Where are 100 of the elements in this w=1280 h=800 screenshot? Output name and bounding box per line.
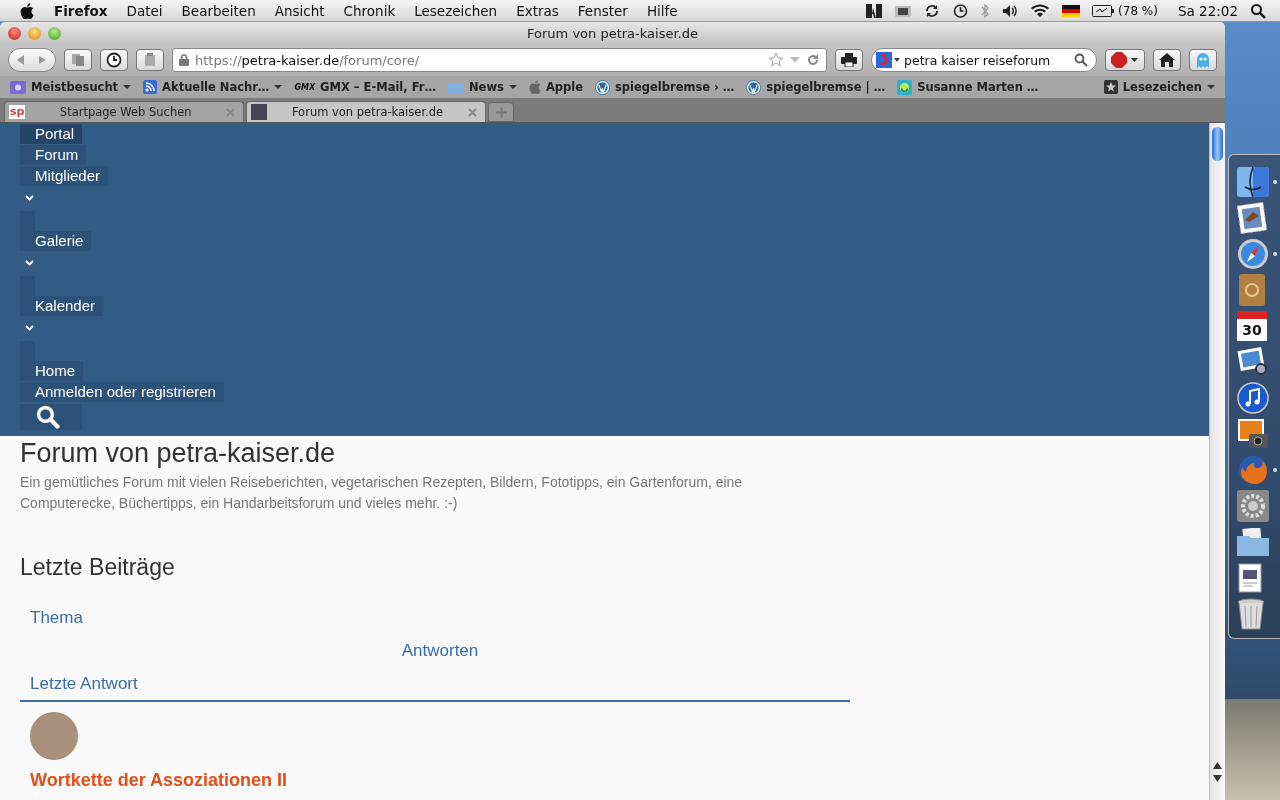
column-header[interactable]: Thema (20, 601, 850, 634)
section-heading: Letzte Beiträge (20, 554, 176, 581)
scroll-down-icon[interactable] (1213, 775, 1222, 782)
bookmark-item[interactable]: spiegelbremse | … (746, 79, 886, 95)
scrollbar[interactable] (1209, 123, 1225, 800)
folder-icon[interactable] (1237, 527, 1269, 556)
avatar[interactable] (30, 712, 78, 760)
dropdown-icon (1207, 84, 1215, 90)
clock[interactable]: Sa 22:02 (1177, 2, 1238, 19)
dropdown-icon (123, 84, 132, 90)
nav-link[interactable]: Mitglieder (20, 166, 109, 186)
sync-icon[interactable] (924, 2, 941, 19)
star-icon[interactable] (768, 52, 784, 68)
bookmark-item[interactable]: GMX GMX – E-Mail, Fr… (294, 80, 436, 94)
bookmark-item[interactable]: Aktuelle Nachr… (143, 80, 283, 94)
menu-item[interactable]: Bearbeiten (181, 2, 256, 19)
copy-button[interactable] (64, 49, 92, 71)
battery-icon[interactable] (1092, 4, 1115, 17)
bookmark-item[interactable]: Meistbesucht (10, 80, 132, 94)
bookmark-item[interactable]: spiegelbremse › … (595, 79, 735, 95)
address-field[interactable]: https://petra-kaiser.de/forum/core/ (172, 48, 827, 72)
page-description: Ein gemütliches Forum mit vielen Reiseberichten, vegetarischen Rezepten, Bildern, Fototipps, ein Gartenforum, eine Computerecke, Büchertipps, ein Handarbeitsforum und vieles mehr. :-) (20, 473, 744, 513)
clipboard-button[interactable] (136, 49, 164, 71)
printer-icon (841, 53, 857, 67)
menu-item[interactable]: Ansicht (274, 2, 325, 19)
menu-item[interactable]: Extras (516, 2, 559, 19)
gear-icon[interactable] (1237, 489, 1269, 522)
menu-item[interactable]: Datei (126, 2, 163, 19)
browser-tab[interactable]: Forum von petra-kaiser.de (246, 101, 486, 122)
apple-icon[interactable] (20, 2, 34, 19)
smiley-icon (897, 79, 913, 95)
browser-tab[interactable]: sp Startpage Web Suchen (4, 101, 244, 122)
ghost-button[interactable] (1189, 49, 1217, 71)
column-header[interactable]: Letzte Antwort (20, 667, 850, 700)
topic-link[interactable]: Wortkette der Assoziationen II (30, 770, 288, 791)
menu-item[interactable]: Fenster (577, 2, 628, 19)
lock-icon (179, 54, 189, 66)
flag-icon[interactable] (1062, 4, 1081, 17)
battery-percentage: (78 %) (1118, 3, 1158, 18)
menu-item[interactable]: Chronik (343, 2, 396, 19)
chevron-down-icon[interactable] (25, 325, 34, 331)
pages-icon (71, 53, 85, 67)
address-book-icon[interactable] (1237, 273, 1267, 306)
music-note-icon[interactable] (1237, 381, 1269, 414)
stamp-icon[interactable] (1237, 201, 1267, 234)
search-button[interactable] (20, 404, 82, 430)
chevron-down-icon[interactable] (25, 260, 34, 266)
column-header[interactable]: Antworten (391, 634, 479, 667)
compass-icon[interactable] (1237, 237, 1269, 270)
bookmark-item[interactable]: Apple (528, 80, 583, 94)
close-window-button[interactable] (8, 26, 21, 40)
clipboard-icon (144, 53, 156, 67)
menu-item[interactable]: Lesezeichen (414, 2, 498, 19)
speaker-icon[interactable] (1002, 3, 1019, 18)
calendar-icon[interactable]: 30 (1237, 310, 1267, 341)
search-icon (36, 405, 60, 429)
nav-link[interactable]: Kalender (20, 296, 104, 316)
reload-icon[interactable] (806, 53, 820, 67)
back-forward-button[interactable] (8, 48, 56, 72)
finder-face-icon[interactable] (1237, 166, 1269, 197)
folder-icon[interactable] (894, 3, 913, 18)
page-title: Forum von petra-kaiser.de (20, 437, 337, 470)
back-arrow-icon (15, 54, 27, 66)
chevron-down-icon[interactable] (25, 195, 34, 201)
clock-icon[interactable] (952, 2, 969, 19)
forward-arrow-icon (37, 55, 47, 65)
folder-icon (447, 80, 464, 94)
search-icon[interactable] (1250, 2, 1266, 19)
scrollbar-thumb[interactable] (1212, 127, 1223, 161)
scroll-up-icon[interactable] (1213, 762, 1222, 769)
adblock-button[interactable] (1105, 49, 1145, 71)
stop-sign-icon (1111, 52, 1139, 68)
dropdown-icon (508, 84, 517, 90)
ghost-icon (1195, 51, 1211, 69)
bookmarks-menu[interactable]: Lesezeichen (1103, 80, 1215, 94)
history-button[interactable] (100, 49, 128, 71)
bookmark-item[interactable]: Susanne Marten … (897, 79, 1039, 95)
photos-loupe-icon[interactable] (1237, 346, 1269, 377)
bookmark-item[interactable]: News (447, 80, 517, 94)
wifi-icon[interactable] (1030, 3, 1051, 18)
home-button[interactable] (1153, 49, 1181, 71)
window-title: Forum von petra-kaiser.de (527, 25, 698, 41)
nav-link[interactable]: Home (20, 361, 83, 381)
camera-icon[interactable] (1237, 417, 1269, 450)
clock-icon (106, 52, 122, 68)
nav-link[interactable]: Portal (20, 124, 83, 144)
nav-link[interactable]: Galerie (20, 231, 92, 251)
menu-item[interactable]: Hilfe (646, 2, 678, 19)
search-icon[interactable] (1074, 53, 1088, 67)
plus-icon (495, 106, 507, 118)
nav-link[interactable]: Anmelden oder registrieren (20, 382, 224, 402)
search-field[interactable]: petra kaiser reiseforum (871, 48, 1097, 72)
print-button[interactable] (835, 49, 863, 71)
document-icon[interactable] (1237, 561, 1263, 594)
gmx-logo: GMX (294, 82, 316, 92)
nav-link[interactable]: Forum (20, 145, 87, 165)
app-menu[interactable]: Firefox (54, 2, 108, 19)
dropdown-icon (274, 84, 283, 90)
trash-icon[interactable] (1237, 597, 1265, 630)
gear-folder-icon (10, 80, 26, 94)
